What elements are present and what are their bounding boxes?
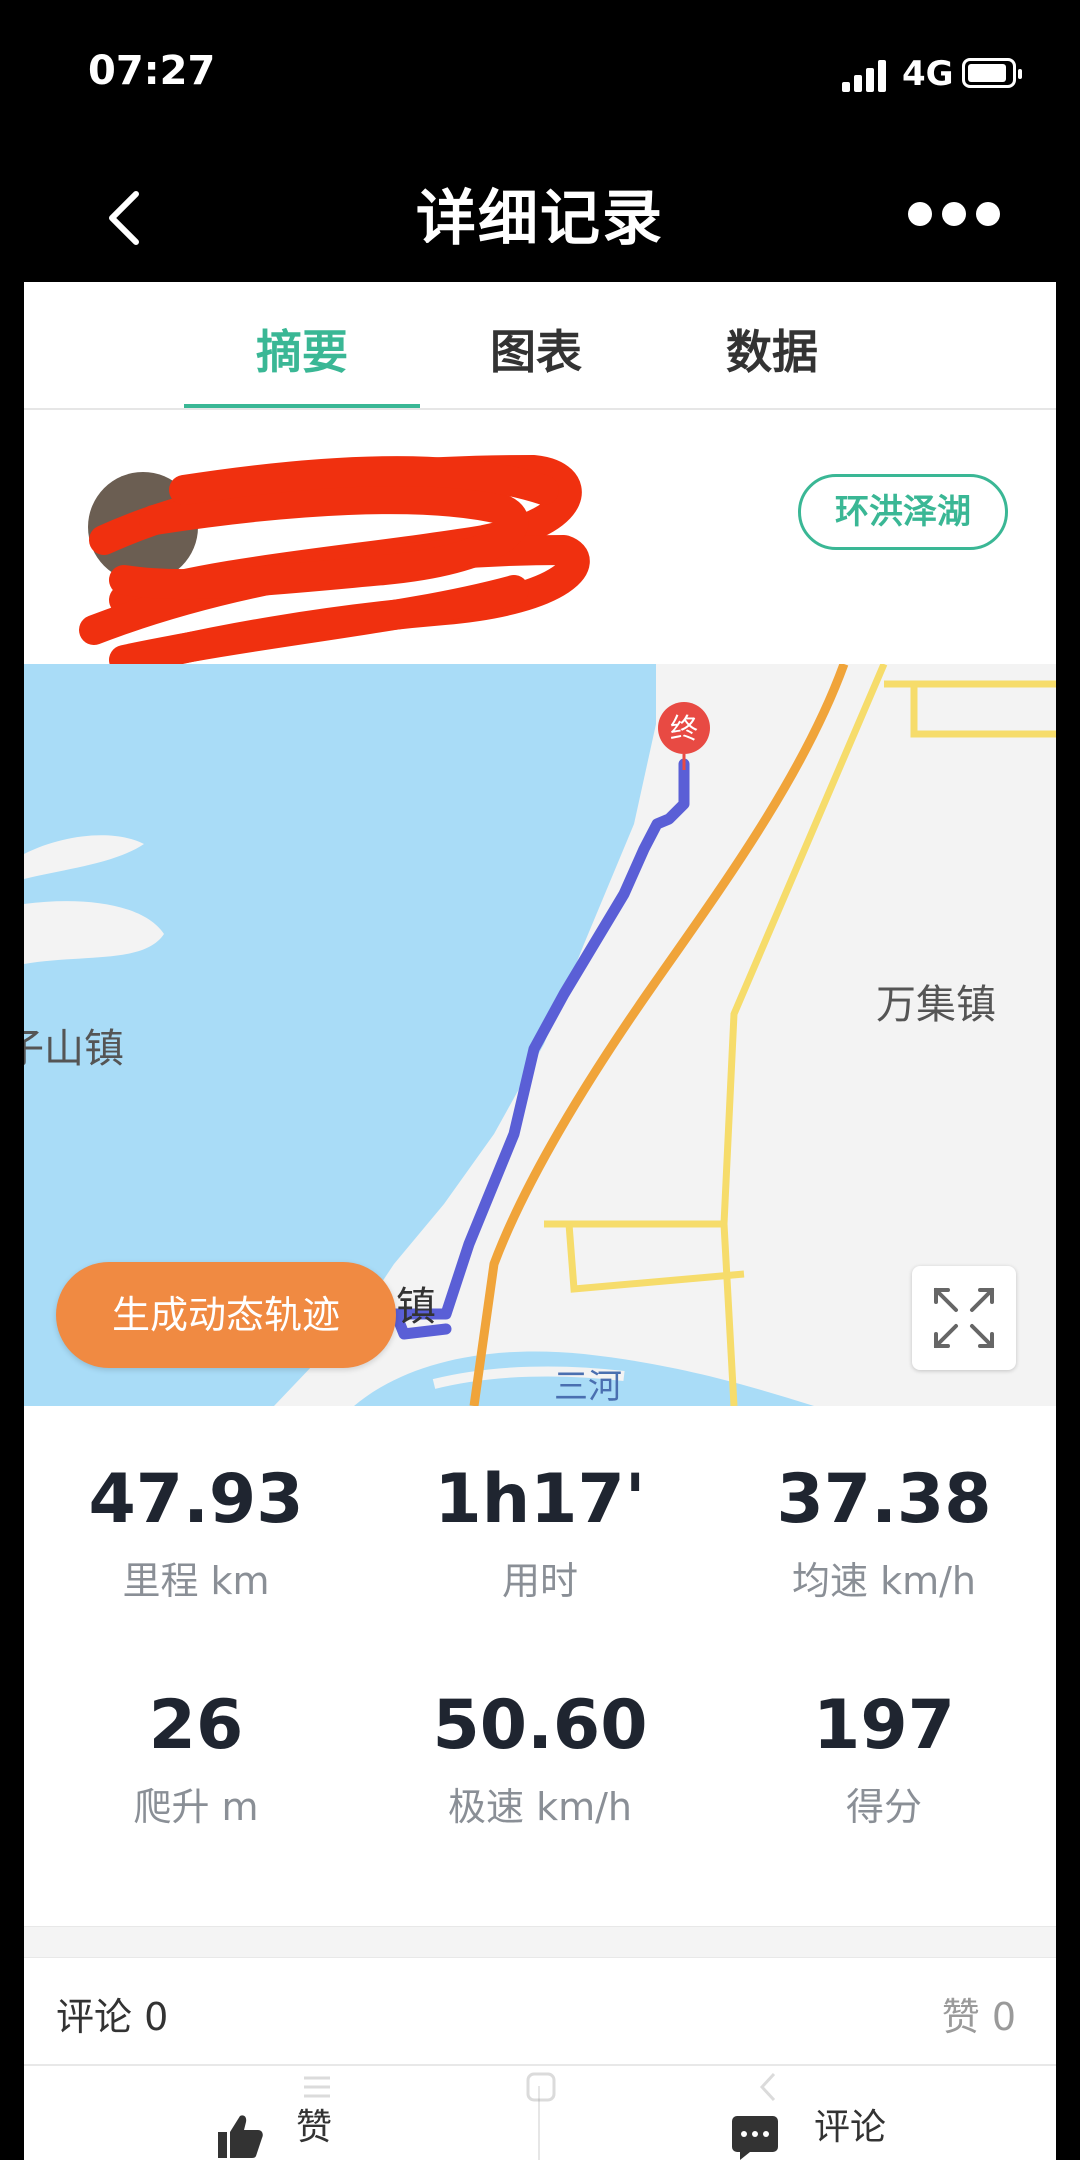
tab-data[interactable]: 数据 (662, 316, 882, 382)
home-icon[interactable] (524, 2070, 558, 2104)
route-badge[interactable]: 环洪泽湖 (798, 474, 1008, 550)
end-marker-label: 终 (670, 712, 698, 745)
system-nav-bar (0, 2060, 1080, 2120)
end-marker-icon: 终 (658, 702, 710, 770)
menu-icon[interactable] (300, 2070, 334, 2104)
route-map[interactable]: 万集镇 子山镇 镇 三河 终 生成动态轨迹 (24, 664, 1056, 1406)
stat-max-speed: 50.60 极速 km/h (368, 1686, 712, 1831)
status-time: 07:27 (88, 48, 216, 94)
comment-icon[interactable] (730, 2114, 780, 2160)
network-type: 4G (902, 54, 954, 94)
active-tab-indicator (184, 404, 420, 408)
section-divider (24, 1926, 1056, 1958)
nav-bar: 详细记录 (0, 150, 1080, 280)
stat-avg-speed: 37.38 均速 km/h (712, 1460, 1056, 1605)
place-label: 镇 (396, 1284, 436, 1330)
stat-value: 47.93 (88, 1460, 304, 1539)
tab-charts[interactable]: 图表 (426, 316, 646, 382)
expand-map-button[interactable] (912, 1266, 1016, 1370)
back-nav-icon[interactable] (752, 2070, 786, 2104)
comments-count[interactable]: 评论 0 (56, 1986, 168, 2041)
likes-count[interactable]: 赞 0 (942, 1986, 1016, 2041)
place-label: 万集镇 (876, 982, 996, 1028)
tab-summary[interactable]: 摘要 (192, 316, 412, 382)
stat-label: 得分 (845, 1785, 922, 1829)
stat-label: 均速 km/h (792, 1559, 976, 1603)
signal-icon (842, 58, 888, 92)
stat-label: 爬升 m (133, 1785, 259, 1829)
battery-icon (962, 58, 1022, 88)
stat-value: 50.60 (432, 1686, 648, 1765)
generate-track-button[interactable]: 生成动态轨迹 (56, 1262, 396, 1368)
stat-climb: 26 爬升 m (24, 1686, 368, 1831)
place-label: 三河 (554, 1367, 622, 1406)
stat-label: 用时 (501, 1559, 578, 1603)
stat-score: 197 得分 (712, 1686, 1056, 1831)
stat-label: 极速 km/h (448, 1785, 632, 1829)
profile-header: 环洪泽湖 (24, 410, 1056, 675)
stat-distance: 47.93 里程 km (24, 1460, 368, 1605)
stat-value: 197 (813, 1686, 955, 1765)
stat-label: 里程 km (122, 1559, 270, 1603)
stats-grid: 47.93 里程 km 1h17' 用时 37.38 均速 km/h 26 爬升… (24, 1406, 1056, 1926)
redaction-scribble (79, 455, 590, 675)
record-card: 摘要 图表 数据 环洪泽湖 万集镇 山镇 镇 三河 终 生成动态轨迹 47.93… (24, 282, 1056, 2160)
stat-value: 1h17' (434, 1460, 646, 1539)
stat-value: 26 (148, 1686, 244, 1765)
place-label: 子山镇 (24, 1026, 124, 1072)
more-icon[interactable] (908, 202, 1000, 228)
status-bar: 07:27 4G (0, 0, 1080, 150)
expand-icon (934, 1288, 994, 1348)
stat-value: 37.38 (776, 1460, 992, 1539)
tab-bar: 摘要 图表 数据 (24, 282, 1056, 410)
social-row: 评论 0 赞 0 (24, 1958, 1056, 2066)
stat-duration: 1h17' 用时 (368, 1460, 712, 1605)
